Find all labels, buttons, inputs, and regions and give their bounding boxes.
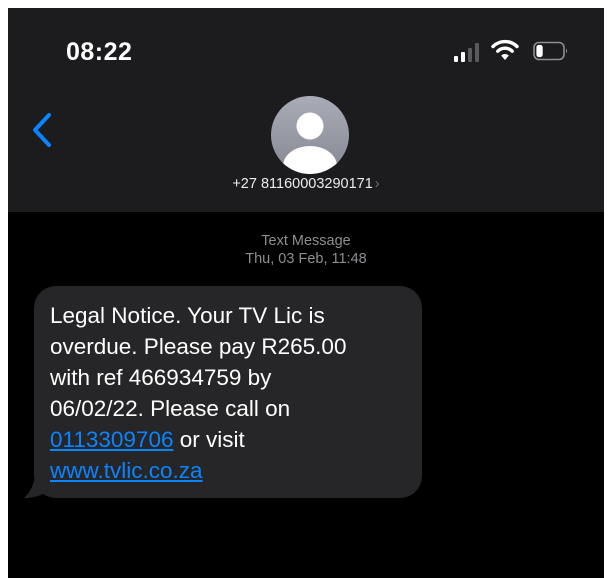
status-bar: 08:22	[8, 8, 604, 88]
chevron-left-icon[interactable]	[30, 112, 56, 148]
message-text-fragment: or visit	[173, 427, 245, 452]
message-line: 0113309706 or visit	[50, 424, 418, 455]
conversation-header: 08:22 +27 81160003290171 ›	[8, 8, 604, 212]
service-label: Text Message	[261, 233, 351, 249]
message-line: www.tvlic.co.za	[50, 455, 418, 486]
message-bubble-group: Legal Notice. Your TV Lic is overdue. Pl…	[22, 286, 432, 502]
contact-number: +27 81160003290171	[232, 176, 373, 192]
person-icon[interactable]	[271, 96, 349, 174]
message-timestamp: Thu, 03 Feb, 11:48	[245, 251, 367, 267]
contact-name[interactable]: +27 81160003290171 ›	[8, 176, 604, 192]
message-line: Legal Notice. Your TV Lic is	[50, 303, 325, 328]
incoming-message-bubble[interactable]: Legal Notice. Your TV Lic is overdue. Pl…	[34, 286, 422, 498]
url-link[interactable]: www.tvlic.co.za	[50, 458, 203, 483]
battery-icon	[533, 41, 567, 61]
cellular-signal-icon	[454, 42, 480, 62]
message-line: 06/02/22. Please call on	[50, 396, 291, 421]
messages-screen: 08:22 +27 81160003290171 › Text Message …	[8, 8, 604, 578]
chevron-right-icon: ›	[374, 176, 380, 192]
message-line: with ref 466934759 by	[50, 365, 272, 390]
message-meta: Text Message Thu, 03 Feb, 11:48	[8, 232, 604, 268]
message-text: Legal Notice. Your TV Lic is overdue. Pl…	[50, 300, 418, 486]
status-time: 08:22	[66, 38, 133, 66]
message-line: overdue. Please pay R265.00	[50, 334, 347, 359]
wifi-icon	[491, 39, 519, 60]
phone-number-link[interactable]: 0113309706	[50, 427, 173, 452]
